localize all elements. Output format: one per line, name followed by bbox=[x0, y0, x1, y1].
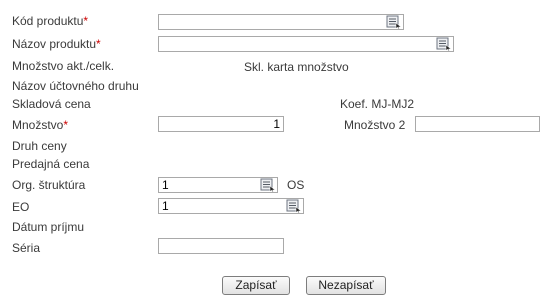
product-entry-form: Kód produktu* Názov produktu* Množstvo a… bbox=[0, 0, 559, 308]
list-picker-icon[interactable] bbox=[436, 37, 453, 51]
kod-produktu-label: Kód produktu* bbox=[12, 14, 88, 28]
kod-produktu-label-text: Kód produktu bbox=[12, 14, 84, 28]
cancel-button[interactable]: Nezapísať bbox=[306, 276, 386, 295]
list-picker-icon[interactable] bbox=[386, 15, 403, 29]
mnozstvo-akt-label: Množstvo akt./celk. bbox=[12, 59, 115, 73]
seria-input[interactable] bbox=[158, 238, 284, 254]
nazov-produktu-input[interactable] bbox=[158, 36, 454, 52]
predajna-cena-label: Predajná cena bbox=[12, 157, 90, 171]
datum-prijmu-label: Dátum príjmu bbox=[12, 220, 85, 234]
required-marker: * bbox=[83, 14, 89, 28]
eo-input[interactable]: 1 bbox=[158, 198, 304, 214]
mnozstvo2-label: Množstvo 2 bbox=[344, 118, 406, 132]
eo-label: EO bbox=[12, 200, 30, 214]
org-struktura-label: Org. štruktúra bbox=[12, 178, 86, 192]
eo-value: 1 bbox=[162, 199, 169, 213]
required-marker: * bbox=[96, 37, 101, 51]
list-picker-icon[interactable] bbox=[260, 178, 277, 192]
required-marker: * bbox=[63, 118, 69, 132]
mnozstvo-value: 1 bbox=[273, 117, 280, 131]
mnozstvo-input[interactable]: 1 bbox=[158, 116, 284, 132]
koef-mj-text: Koef. MJ-MJ2 bbox=[340, 97, 415, 111]
skl-karta-mnozstvo-text: Skl. karta množstvo bbox=[244, 60, 349, 74]
druh-ceny-label: Druh ceny bbox=[12, 139, 67, 153]
save-button[interactable]: Zapísať bbox=[222, 276, 290, 295]
kod-produktu-input[interactable] bbox=[158, 14, 404, 30]
list-picker-icon[interactable] bbox=[286, 199, 303, 213]
os-suffix: OS bbox=[287, 178, 305, 192]
mnozstvo2-input[interactable] bbox=[415, 116, 540, 132]
mnozstvo-label: Množstvo* bbox=[12, 118, 68, 132]
org-struktura-value: 1 bbox=[162, 178, 169, 192]
nazov-uctovneho-druhu-label: Názov účtovného druhu bbox=[12, 79, 139, 93]
seria-label: Séria bbox=[12, 241, 41, 255]
skladova-cena-label: Skladová cena bbox=[12, 97, 91, 111]
mnozstvo-label-text: Množstvo bbox=[12, 118, 64, 132]
nazov-produktu-label: Názov produktu* bbox=[12, 37, 101, 51]
nazov-produktu-label-text: Názov produktu bbox=[12, 37, 97, 51]
